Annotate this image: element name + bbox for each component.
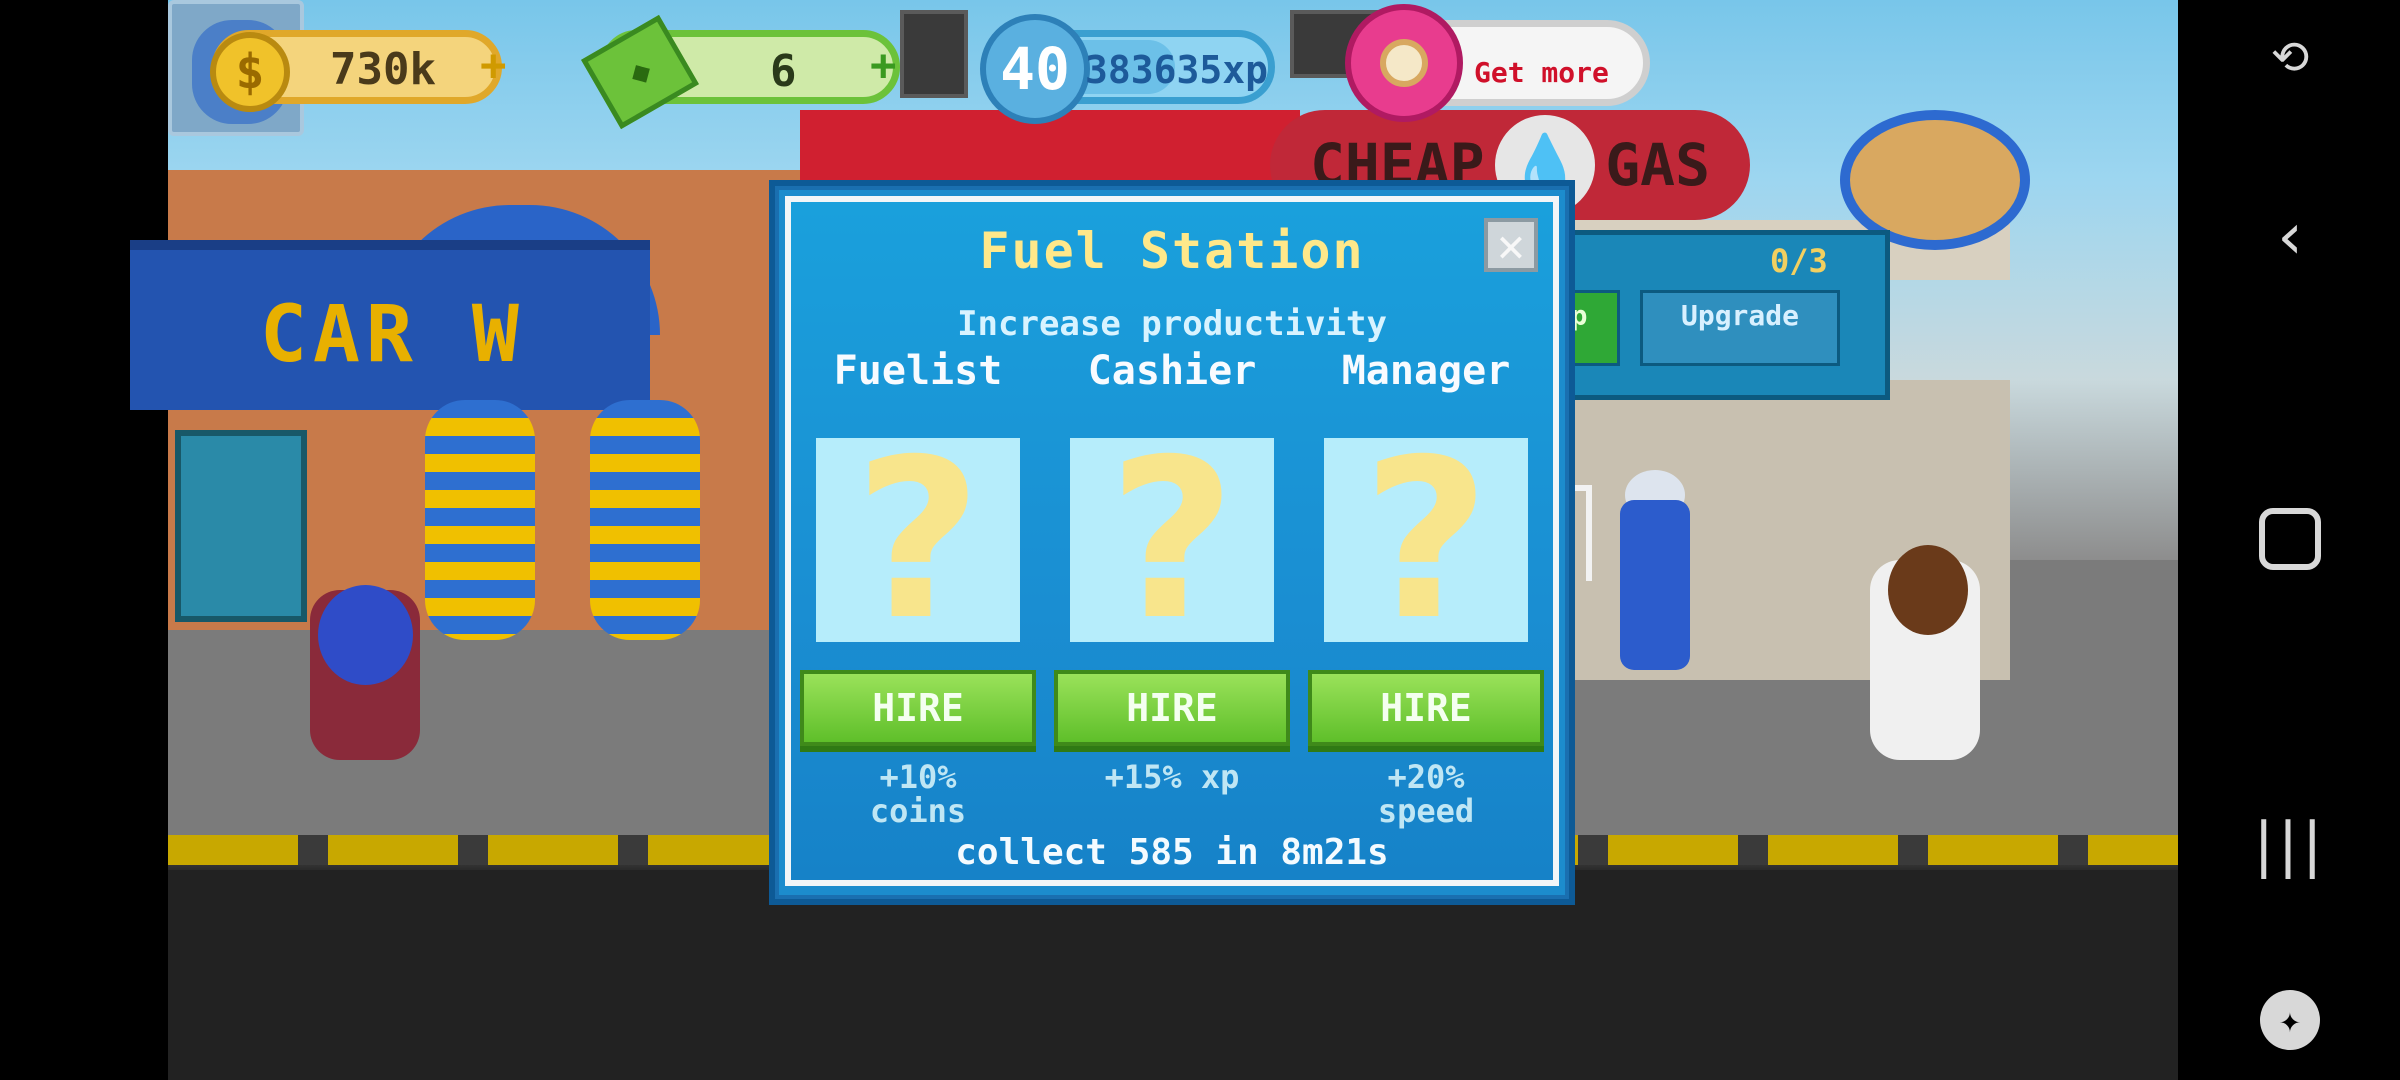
bonus-fuelist-line2: coins — [869, 792, 967, 830]
carwash-brush — [425, 400, 535, 640]
upgrade-button[interactable]: Upgrade — [1640, 290, 1840, 366]
donut-hole — [1380, 39, 1428, 87]
worker-slot-fuelist[interactable]: ? — [816, 430, 1020, 650]
bonus-manager-line2: speed — [1377, 792, 1475, 830]
coin-icon: $ — [210, 32, 290, 112]
speaker-decoration — [900, 10, 968, 98]
wrestler-mask — [318, 585, 413, 685]
customer-head — [1888, 545, 1968, 635]
game-tools-icon[interactable]: ✦ — [2260, 990, 2320, 1050]
rotate-screen-icon[interactable]: ⟲ — [2271, 30, 2310, 84]
get-more-label[interactable]: Get more — [1474, 56, 1609, 89]
unknown-worker-icon: ? — [854, 412, 982, 668]
dialog-title: Fuel Station — [979, 222, 1365, 280]
bonus-cashier: +15% xp — [1052, 760, 1292, 794]
carwash-brush — [590, 400, 700, 640]
carwash-sign-text: CAR W — [260, 290, 525, 380]
hire-cashier-button[interactable]: HIRE — [1054, 670, 1290, 746]
level-badge: 40 — [980, 14, 1090, 124]
role-label-cashier: Cashier — [1087, 348, 1257, 394]
role-label-fuelist: Fuelist — [833, 348, 1003, 394]
hire-manager-button[interactable]: HIRE — [1308, 670, 1544, 746]
red-sign — [800, 110, 1300, 190]
unknown-worker-icon: ? — [1362, 412, 1490, 668]
fuel-pump — [1620, 500, 1690, 670]
bonus-manager-line1: +20% — [1387, 758, 1465, 796]
role-label-manager: Manager — [1341, 348, 1511, 394]
station-worker-count: 0/3 — [1770, 242, 1828, 280]
worker-slot-cashier[interactable]: ? — [1070, 430, 1274, 650]
unknown-worker-icon: ? — [1108, 412, 1236, 668]
bonus-fuelist-line1: +10% — [879, 758, 957, 796]
bonus-fuelist: +10% coins — [798, 760, 1038, 828]
collect-timer: collect 585 in 8m21s — [955, 832, 1389, 873]
donut-icon[interactable] — [1345, 4, 1463, 122]
add-cash-button[interactable]: + — [870, 40, 897, 91]
pizza-sign — [1840, 110, 2030, 250]
cash-value: 6 — [770, 46, 797, 97]
bonus-manager: +20% speed — [1306, 760, 1546, 828]
recent-apps-icon[interactable]: ||| — [2254, 810, 2327, 880]
xp-value: 383635xp — [1085, 48, 1269, 92]
hire-fuelist-button[interactable]: HIRE — [800, 670, 1036, 746]
vending-machine — [175, 430, 307, 622]
cheap-gas-sign-right: GAS — [1605, 131, 1710, 199]
back-icon[interactable]: ‹ — [2277, 200, 2303, 274]
dialog-subtitle: Increase productivity — [957, 304, 1387, 344]
add-coins-button[interactable]: + — [480, 40, 507, 91]
coins-value: 730k — [330, 44, 436, 95]
home-icon[interactable] — [2259, 508, 2321, 570]
worker-slot-manager[interactable]: ? — [1324, 430, 1528, 650]
bonus-cashier-line1: +15% xp — [1104, 758, 1240, 796]
close-button[interactable]: ✕ — [1484, 218, 1538, 272]
